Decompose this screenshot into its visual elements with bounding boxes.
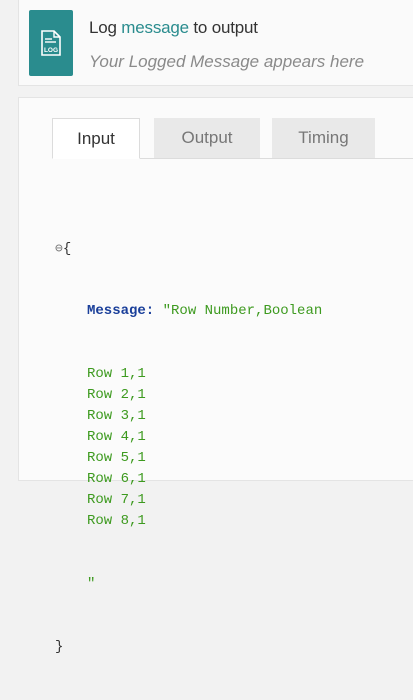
json-value-row: Row 7,1 [87,492,146,508]
json-value-row: Row 6,1 [87,471,146,487]
tab-bar: Input Output Timing [52,118,413,159]
json-open-brace: { [62,241,72,257]
details-panel: Input Output Timing ⊖{ Message: "Row Num… [18,97,413,655]
json-viewer: ⊖{ Message: "Row Number,Boolean Row 1,1 R… [55,196,322,700]
json-value-row: Row 1,1 [87,366,146,382]
action-subtitle: Your Logged Message appears here [89,52,365,71]
action-header: LOG Log message to output Your Logged Me… [18,0,413,86]
json-value-row: Row 8,1 [87,513,146,529]
tab-input[interactable]: Input [52,118,140,159]
json-value-row: Row 2,1 [87,387,146,403]
json-close-line: } [55,637,322,658]
log-logo: LOG [29,10,73,76]
log-file-icon: LOG [41,30,61,56]
tab-output[interactable]: Output [154,118,260,158]
json-closing-quote: " [87,576,96,592]
json-value-row: Row 3,1 [87,408,146,424]
json-close-brace: } [55,639,64,655]
action-title: Log message to output [89,18,258,38]
json-key: Message: [87,303,155,319]
title-suffix: to output [188,18,258,37]
title-prefix: Log [89,18,122,37]
json-value-row: Row 4,1 [87,429,146,445]
json-open-line: ⊖{ [55,238,322,259]
logo-text: LOG [44,47,58,54]
message-link[interactable]: message [121,18,189,37]
tab-timing[interactable]: Timing [272,118,375,158]
collapse-toggle-icon[interactable]: ⊖ [55,241,63,256]
json-value-rows: Row 1,1 Row 2,1 Row 3,1 Row 4,1 Row 5,1 Row 6… [55,364,322,532]
json-value-first-line: "Row Number,Boolean [162,303,323,319]
json-value-row: Row 5,1 [87,450,146,466]
json-closing-quote-line: " [55,574,322,595]
json-key-line: Message: "Row Number,Boolean [55,301,322,322]
